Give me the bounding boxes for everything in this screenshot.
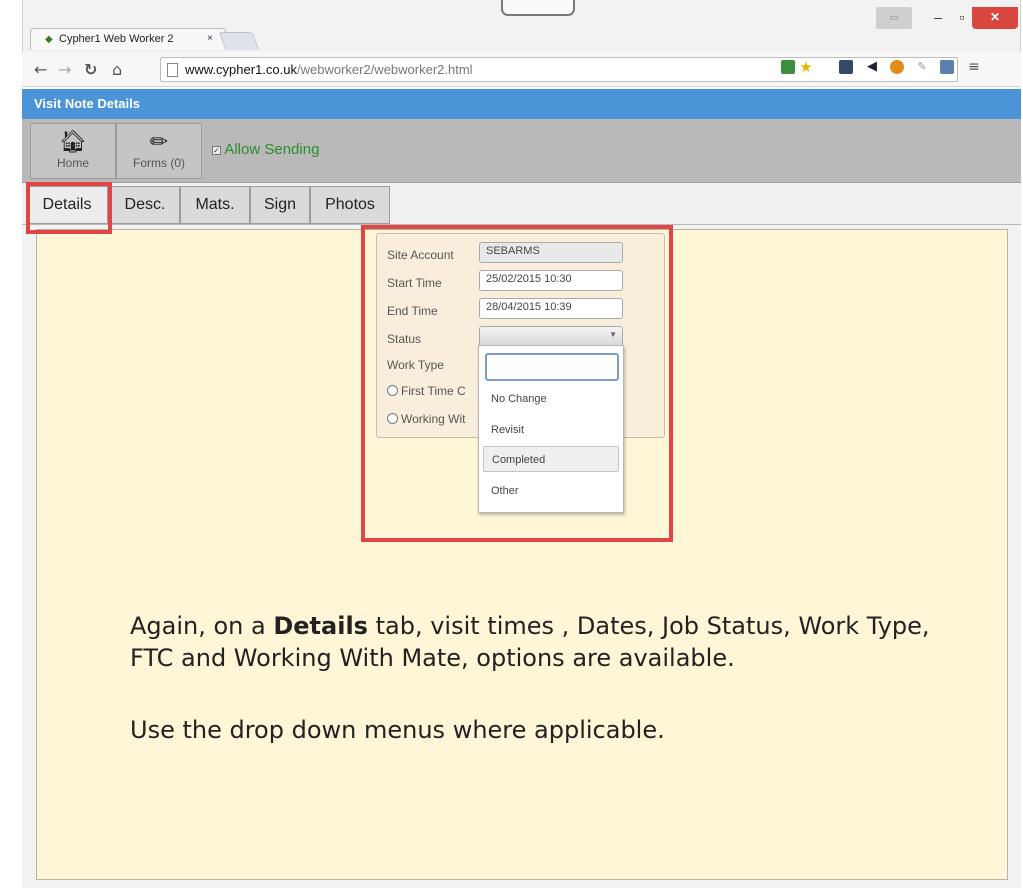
caption-paragraph-1: Again, on a Details tab, visit times , D… — [130, 612, 930, 672]
allow-sending-label: Allow Sending — [224, 141, 320, 158]
tab-sign[interactable]: Sign — [250, 186, 310, 224]
url-text: www.cypher1.co.uk/webworker2/webworker2.… — [185, 62, 473, 77]
app-toolbar: 🏠︎ Home ✏ Forms (0) ✓ Allow Sending — [22, 119, 1021, 183]
allow-sending-checkbox[interactable]: ✓ — [212, 145, 221, 155]
allow-sending-toggle[interactable]: ✓ Allow Sending — [212, 141, 319, 158]
pocket-extension-icon[interactable]: ◀ — [865, 60, 879, 74]
page-icon — [167, 63, 178, 77]
home-button-label: Home — [56, 156, 89, 170]
tab-desc[interactable]: Desc. — [110, 186, 180, 224]
maximize-icon[interactable]: ▫ — [953, 7, 971, 29]
browser-tab-title: Cypher1 Web Worker 2 — [59, 33, 174, 45]
window-extra-button[interactable]: ▭ — [876, 7, 912, 29]
amazon-extension-icon[interactable] — [890, 60, 904, 74]
browser-tab[interactable]: ◆ Cypher1 Web Worker 2 × — [30, 28, 226, 50]
pencil-icon: ✏ — [149, 129, 169, 154]
form-highlight — [361, 225, 673, 542]
forms-button-label: Forms (0) — [133, 156, 185, 170]
menu-icon[interactable]: ≡ — [967, 60, 981, 74]
browser-navbar: ← → ↻ ⌂ www.cypher1.co.uk/webworker2/web… — [22, 52, 1021, 87]
minimize-icon[interactable]: – — [929, 7, 947, 29]
forms-button[interactable]: ✏ Forms (0) — [116, 123, 202, 179]
instruction-caption: Again, on a Details tab, visit times , D… — [130, 610, 960, 746]
window-handle — [501, 0, 575, 16]
caption-bold-details: Details — [273, 612, 368, 640]
close-window-icon[interactable]: ✕ — [972, 7, 1018, 29]
tab-mats[interactable]: Mats. — [180, 186, 250, 224]
site-favicon-icon: ◆ — [45, 34, 53, 45]
tab-photos[interactable]: Photos — [310, 186, 390, 224]
image-extension-icon[interactable] — [781, 60, 795, 74]
extension-icon[interactable] — [839, 60, 853, 74]
tab-bar: Details Desc. Mats. Sign Photos — [22, 183, 1021, 225]
back-icon[interactable]: ← — [34, 60, 47, 79]
translate-extension-icon[interactable]: ✎ — [915, 60, 929, 74]
home-nav-icon[interactable]: ⌂ — [112, 60, 122, 79]
page-title: Visit Note Details — [34, 96, 140, 111]
home-button[interactable]: 🏠︎ Home — [30, 123, 116, 179]
bookmark-star-icon[interactable]: ★ — [799, 60, 813, 75]
forward-icon[interactable]: → — [58, 60, 71, 79]
house-icon: 🏠︎ — [59, 129, 87, 154]
page-title-bar: Visit Note Details — [22, 89, 1021, 119]
new-tab-button[interactable] — [218, 32, 260, 50]
details-tab-highlight — [26, 182, 112, 234]
tab-close-icon[interactable]: × — [207, 33, 213, 44]
account-extension-icon[interactable] — [940, 60, 954, 74]
caption-paragraph-2: Use the drop down menus where applicable… — [130, 716, 665, 744]
screenshot-root: ◆ Cypher1 Web Worker 2 × ▭ – ▫ ✕ ← → ↻ ⌂ … — [0, 0, 1023, 888]
reload-icon[interactable]: ↻ — [84, 60, 97, 79]
